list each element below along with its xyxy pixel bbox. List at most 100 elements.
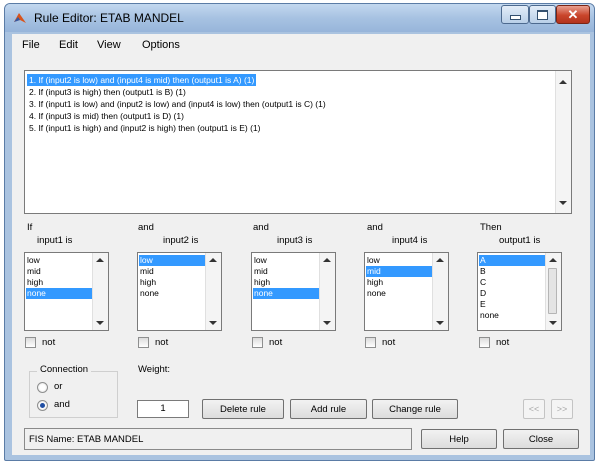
- menu-bar: File Edit View Options: [12, 34, 590, 57]
- input1-listbox[interactable]: low mid high none: [24, 252, 109, 331]
- help-button[interactable]: Help: [421, 429, 497, 449]
- not-label: not: [496, 337, 510, 348]
- col-label-input2: input2 is: [163, 235, 199, 246]
- rule-item[interactable]: 4. If (input3 is mid) then (output1 is D…: [27, 110, 186, 122]
- list-item[interactable]: high: [139, 277, 205, 288]
- list-item[interactable]: A: [479, 255, 545, 266]
- close-window-button[interactable]: ✕: [556, 5, 590, 24]
- window-title: Rule Editor: ETAB MANDEL: [34, 11, 184, 25]
- list-item[interactable]: low: [26, 255, 92, 266]
- col-label-input3: input3 is: [277, 235, 313, 246]
- not-checkbox-input1[interactable]: [25, 337, 36, 348]
- col-label-output1: output1 is: [499, 235, 541, 246]
- input4-scrollbar[interactable]: [432, 253, 448, 330]
- list-item[interactable]: mid: [26, 266, 92, 277]
- list-item[interactable]: low: [139, 255, 205, 266]
- or-label: or: [54, 381, 63, 392]
- rules-scrollbar[interactable]: [555, 71, 571, 213]
- menu-file[interactable]: File: [22, 39, 40, 51]
- fis-name-status: FIS Name: ETAB MANDEL: [29, 434, 144, 445]
- col-op-input2: and: [138, 222, 154, 233]
- output1-scrollbar[interactable]: [545, 253, 561, 330]
- col-op-input4: and: [367, 222, 383, 233]
- scroll-down-icon[interactable]: [549, 321, 557, 325]
- col-op-output1: Then: [480, 222, 502, 233]
- not-label: not: [42, 337, 56, 348]
- close-icon: ✕: [567, 6, 579, 22]
- add-rule-button[interactable]: Add rule: [290, 399, 367, 419]
- scroll-down-icon[interactable]: [209, 321, 217, 325]
- and-label: and: [54, 399, 70, 410]
- output1-listbox[interactable]: A B C D E none: [477, 252, 562, 331]
- next-button[interactable]: >>: [551, 399, 573, 419]
- list-item[interactable]: high: [366, 277, 432, 288]
- list-item[interactable]: low: [253, 255, 319, 266]
- rule-item[interactable]: 3. If (input1 is low) and (input2 is low…: [27, 98, 328, 110]
- list-item[interactable]: high: [253, 277, 319, 288]
- menu-edit[interactable]: Edit: [59, 39, 78, 51]
- input2-listbox[interactable]: low mid high none: [137, 252, 222, 331]
- minimize-icon: [509, 15, 521, 20]
- rule-item[interactable]: 1. If (input2 is low) and (input4 is mid…: [27, 74, 257, 86]
- not-checkbox-input3[interactable]: [252, 337, 263, 348]
- scroll-down-icon[interactable]: [96, 321, 104, 325]
- scroll-up-icon[interactable]: [209, 258, 217, 262]
- scroll-thumb[interactable]: [548, 268, 557, 314]
- col-label-input1: input1 is: [37, 235, 73, 246]
- not-checkbox-output1[interactable]: [479, 337, 490, 348]
- list-item[interactable]: none: [479, 310, 545, 321]
- menu-view[interactable]: View: [97, 39, 121, 51]
- rule-item[interactable]: 5. If (input1 is high) and (input2 is hi…: [27, 122, 263, 134]
- input3-scrollbar[interactable]: [319, 253, 335, 330]
- and-radio[interactable]: [37, 400, 48, 411]
- maximize-button[interactable]: [529, 5, 556, 24]
- close-button[interactable]: Close: [503, 429, 579, 449]
- input1-scrollbar[interactable]: [92, 253, 108, 330]
- col-label-input4: input4 is: [392, 235, 428, 246]
- not-label: not: [269, 337, 283, 348]
- list-item[interactable]: B: [479, 266, 545, 277]
- list-item[interactable]: high: [26, 277, 92, 288]
- not-checkbox-input4[interactable]: [365, 337, 376, 348]
- list-item[interactable]: none: [139, 288, 205, 299]
- maximize-icon: [537, 9, 548, 20]
- prev-button[interactable]: <<: [523, 399, 545, 419]
- delete-rule-button[interactable]: Delete rule: [202, 399, 284, 419]
- rules-listbox[interactable]: 1. If (input2 is low) and (input4 is mid…: [24, 70, 572, 214]
- not-label: not: [382, 337, 396, 348]
- scroll-up-icon[interactable]: [436, 258, 444, 262]
- list-item[interactable]: C: [479, 277, 545, 288]
- rule-item[interactable]: 2. If (input3 is high) then (output1 is …: [27, 86, 188, 98]
- col-op-input3: and: [253, 222, 269, 233]
- not-checkbox-input2[interactable]: [138, 337, 149, 348]
- list-item[interactable]: D: [479, 288, 545, 299]
- scroll-up-icon[interactable]: [96, 258, 104, 262]
- scroll-up-icon[interactable]: [323, 258, 331, 262]
- list-item[interactable]: low: [366, 255, 432, 266]
- list-item[interactable]: mid: [366, 266, 432, 277]
- input4-listbox[interactable]: low mid high none: [364, 252, 449, 331]
- minimize-button[interactable]: [501, 5, 529, 24]
- scroll-down-icon[interactable]: [559, 201, 567, 205]
- weight-input[interactable]: 1: [137, 400, 189, 418]
- input3-listbox[interactable]: low mid high none: [251, 252, 336, 331]
- col-op-input1: If: [27, 222, 33, 233]
- list-item[interactable]: none: [26, 288, 92, 299]
- list-item[interactable]: mid: [139, 266, 205, 277]
- input2-scrollbar[interactable]: [205, 253, 221, 330]
- list-item[interactable]: none: [253, 288, 319, 299]
- or-radio[interactable]: [37, 382, 48, 393]
- change-rule-button[interactable]: Change rule: [372, 399, 458, 419]
- scroll-down-icon[interactable]: [436, 321, 444, 325]
- list-item[interactable]: mid: [253, 266, 319, 277]
- scroll-up-icon[interactable]: [559, 80, 567, 84]
- scroll-down-icon[interactable]: [323, 321, 331, 325]
- list-item[interactable]: E: [479, 299, 545, 310]
- scroll-up-icon[interactable]: [549, 258, 557, 262]
- menu-options[interactable]: Options: [142, 39, 180, 51]
- weight-label: Weight:: [138, 364, 171, 375]
- not-label: not: [155, 337, 169, 348]
- connection-title: Connection: [37, 364, 92, 375]
- matlab-logo-icon: [14, 13, 26, 23]
- list-item[interactable]: none: [366, 288, 432, 299]
